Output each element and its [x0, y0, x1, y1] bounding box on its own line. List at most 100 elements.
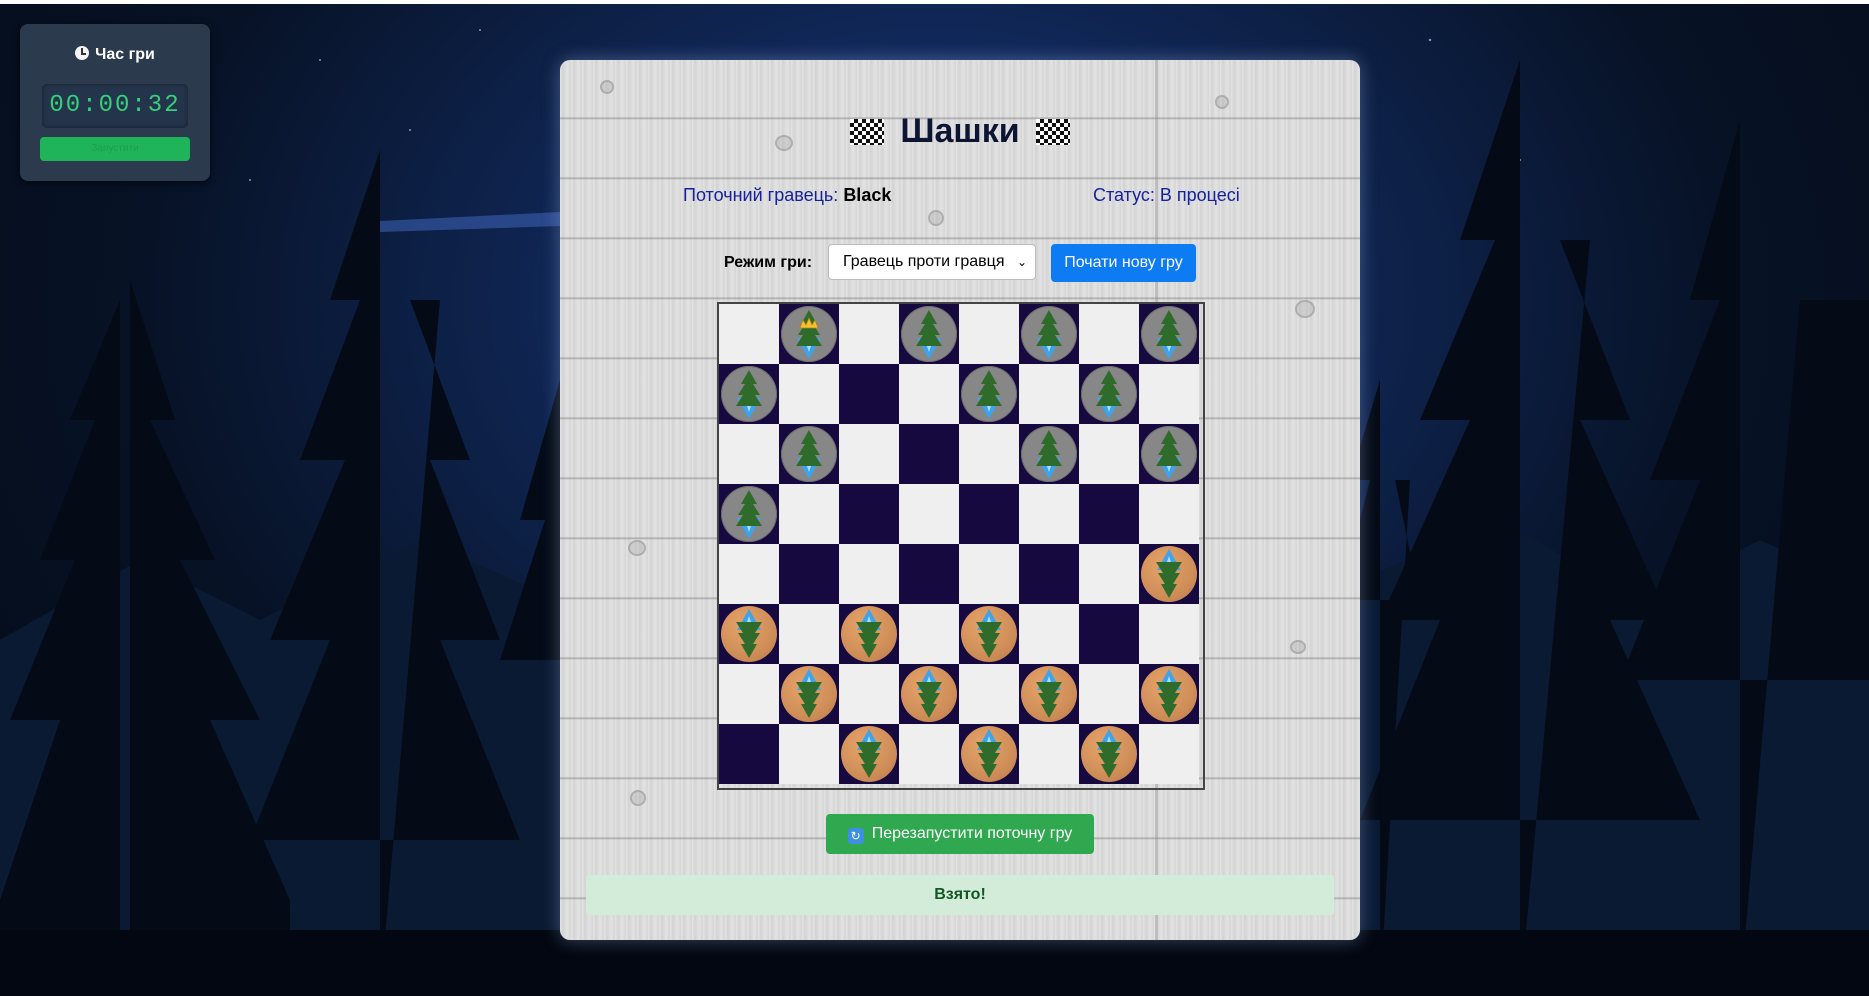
board-square[interactable]: [1079, 604, 1139, 664]
board-square[interactable]: [1079, 424, 1139, 484]
board-square[interactable]: [1139, 544, 1199, 604]
black-piece[interactable]: [1141, 306, 1197, 362]
board-square[interactable]: [1019, 664, 1079, 724]
board-square[interactable]: [839, 484, 899, 544]
board-square[interactable]: [1139, 724, 1199, 784]
board-square[interactable]: [899, 304, 959, 364]
board-square[interactable]: [1079, 364, 1139, 424]
black-piece[interactable]: [721, 366, 777, 422]
board-square[interactable]: [779, 664, 839, 724]
restart-game-button[interactable]: ↻ Перезапустити поточну гру: [826, 814, 1094, 854]
board-square[interactable]: [899, 604, 959, 664]
board-square[interactable]: [1019, 424, 1079, 484]
mode-label: Режим гри:: [724, 254, 813, 271]
board-square[interactable]: [1139, 424, 1199, 484]
game-message: Взято!: [586, 875, 1334, 915]
board-square[interactable]: [719, 724, 779, 784]
game-card: Шашки Поточний гравець: Black Статус: В …: [560, 60, 1360, 940]
board-square[interactable]: [839, 364, 899, 424]
black-piece[interactable]: [961, 366, 1017, 422]
timer-title-text: Час гри: [95, 46, 155, 63]
board-square[interactable]: [839, 604, 899, 664]
black-piece[interactable]: [721, 486, 777, 542]
black-piece[interactable]: [1081, 366, 1137, 422]
board-square[interactable]: [899, 724, 959, 784]
board-square[interactable]: [899, 664, 959, 724]
board-square[interactable]: [899, 364, 959, 424]
board-square[interactable]: [779, 424, 839, 484]
board-square[interactable]: [1139, 484, 1199, 544]
white-piece[interactable]: [721, 606, 777, 662]
board-square[interactable]: [779, 604, 839, 664]
timer-start-button[interactable]: Запустити: [40, 137, 190, 161]
black-king[interactable]: [781, 306, 837, 362]
board-square[interactable]: [1139, 664, 1199, 724]
clock-icon: [75, 46, 90, 60]
board-square[interactable]: [1019, 304, 1079, 364]
board-square[interactable]: [839, 304, 899, 364]
board-square[interactable]: [959, 544, 1019, 604]
board-square[interactable]: [959, 484, 1019, 544]
tree-crystal-icon: [1036, 310, 1062, 359]
black-piece[interactable]: [1021, 306, 1077, 362]
board-square[interactable]: [1139, 364, 1199, 424]
board-square[interactable]: [959, 604, 1019, 664]
board-square[interactable]: [959, 724, 1019, 784]
white-piece[interactable]: [1021, 666, 1077, 722]
board-square[interactable]: [959, 664, 1019, 724]
board-square[interactable]: [719, 424, 779, 484]
board-square[interactable]: [779, 544, 839, 604]
board-square[interactable]: [779, 304, 839, 364]
board-square[interactable]: [719, 604, 779, 664]
black-piece[interactable]: [781, 426, 837, 482]
white-piece[interactable]: [1141, 666, 1197, 722]
board-square[interactable]: [719, 484, 779, 544]
board-square[interactable]: [1079, 664, 1139, 724]
white-piece[interactable]: [841, 606, 897, 662]
white-piece[interactable]: [961, 606, 1017, 662]
black-piece[interactable]: [1021, 426, 1077, 482]
board-square[interactable]: [1019, 724, 1079, 784]
board-square[interactable]: [1079, 484, 1139, 544]
board-square[interactable]: [719, 544, 779, 604]
board-square[interactable]: [899, 424, 959, 484]
board-square[interactable]: [959, 424, 1019, 484]
board-square[interactable]: [839, 724, 899, 784]
board-square[interactable]: [839, 424, 899, 484]
white-piece[interactable]: [1141, 546, 1197, 602]
board-square[interactable]: [1019, 364, 1079, 424]
board-square[interactable]: [959, 304, 1019, 364]
board-square[interactable]: [779, 484, 839, 544]
game-mode-value: Гравець проти гравця: [843, 253, 1005, 270]
board-square[interactable]: [1079, 724, 1139, 784]
board-square[interactable]: [1019, 604, 1079, 664]
board-square[interactable]: [1019, 544, 1079, 604]
game-mode-select[interactable]: Гравець проти гравця ⌄: [828, 244, 1036, 280]
board-square[interactable]: [959, 364, 1019, 424]
white-piece[interactable]: [1081, 726, 1137, 782]
white-piece[interactable]: [961, 726, 1017, 782]
board-square[interactable]: [839, 544, 899, 604]
white-piece[interactable]: [841, 726, 897, 782]
board-square[interactable]: [779, 364, 839, 424]
white-piece[interactable]: [781, 666, 837, 722]
board-square[interactable]: [839, 664, 899, 724]
black-piece[interactable]: [1141, 426, 1197, 482]
board-square[interactable]: [719, 364, 779, 424]
new-game-button[interactable]: Почати нову гру: [1051, 244, 1196, 282]
board-square[interactable]: [1139, 604, 1199, 664]
board-square[interactable]: [1079, 544, 1139, 604]
black-piece[interactable]: [901, 306, 957, 362]
board-square[interactable]: [719, 664, 779, 724]
board-square[interactable]: [899, 484, 959, 544]
checkered-flag-icon: [1035, 119, 1070, 145]
board-square[interactable]: [1079, 304, 1139, 364]
board-square[interactable]: [779, 724, 839, 784]
board-square[interactable]: [899, 544, 959, 604]
tree-crystal-icon: [1156, 310, 1182, 359]
board-square[interactable]: [719, 304, 779, 364]
board-square[interactable]: [1139, 304, 1199, 364]
board-square[interactable]: [1019, 484, 1079, 544]
crystal-tree-icon: [976, 729, 1002, 778]
white-piece[interactable]: [901, 666, 957, 722]
